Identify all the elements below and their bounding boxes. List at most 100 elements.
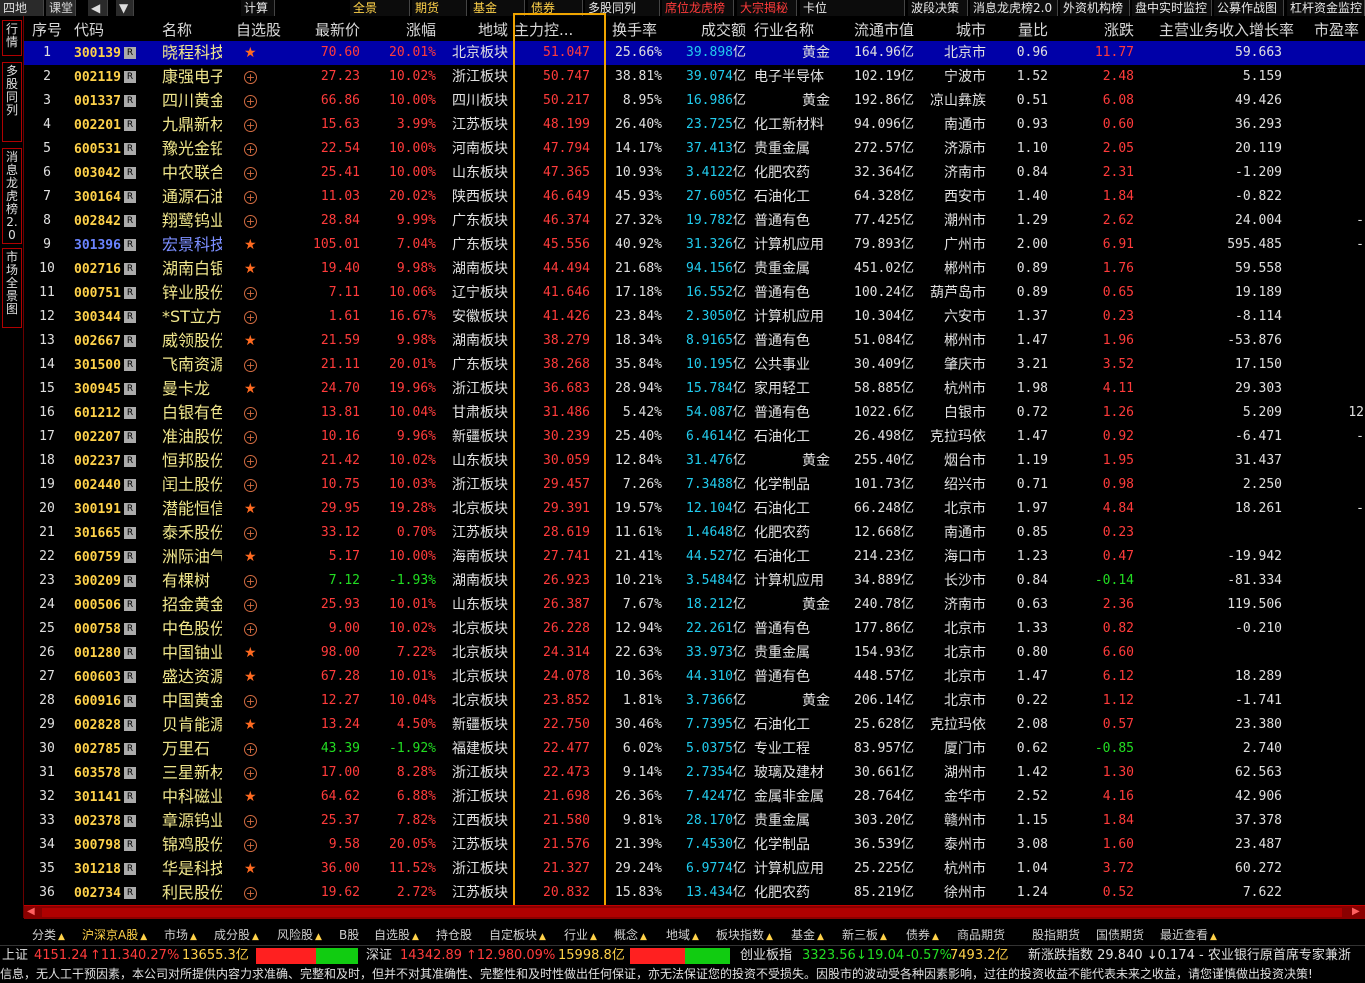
stock-name[interactable]: 中农联合	[162, 161, 222, 185]
table-row[interactable]: 10 002716 R 湖南白银 ★ 19.40 9.98% 湖南板块 44.494 21.68%…	[24, 257, 1365, 281]
table-row[interactable]: 29 002828 R 贝肯能源 ★ 13.24 4.50% 新疆板块 22.750 30.46%…	[24, 713, 1365, 737]
watchlist-toggle[interactable]: +	[244, 161, 274, 185]
bottom-tab[interactable]: 沪深京A股 ▲	[82, 925, 147, 945]
favorite-star-icon[interactable]: ★	[244, 717, 257, 733]
add-favorite-plus-icon[interactable]: +	[244, 311, 257, 324]
left-tab[interactable]: 行情	[2, 20, 22, 56]
stock-code[interactable]: 300191	[74, 502, 121, 517]
stock-code[interactable]: 301141	[74, 790, 121, 805]
stock-code[interactable]: 300344	[74, 310, 121, 325]
favorite-star-icon[interactable]: ★	[244, 45, 257, 61]
add-favorite-plus-icon[interactable]: +	[244, 143, 257, 156]
watchlist-toggle[interactable]: +	[244, 833, 274, 857]
toolbar-item[interactable]: 全景	[350, 0, 410, 16]
cy-index-name[interactable]: 创业板指	[740, 946, 792, 966]
watchlist-toggle[interactable]: ★	[244, 329, 274, 353]
bottom-tab[interactable]: 分类 ▲	[32, 925, 65, 945]
table-row[interactable]: 5 600531 R 豫光金铅 +22.54 10.00% 河南板块 47.794 14.17%…	[24, 137, 1365, 161]
stock-code[interactable]: 000751	[74, 286, 121, 301]
watchlist-toggle[interactable]: +	[244, 809, 274, 833]
stock-code[interactable]: 002378	[74, 814, 121, 829]
toolbar-item[interactable]: 波段决策	[908, 0, 968, 16]
sz-index-name[interactable]: 深证	[366, 946, 392, 966]
watchlist-toggle[interactable]: +	[244, 281, 274, 305]
stock-name[interactable]: 威领股份	[162, 329, 222, 353]
add-favorite-plus-icon[interactable]: +	[244, 191, 257, 204]
stock-code[interactable]: 300945	[74, 382, 121, 397]
table-row[interactable]: 19 002440 R 闰土股份 +10.75 10.03% 浙江板块 29.457 7.26%…	[24, 473, 1365, 497]
stock-name[interactable]: 准油股份	[162, 425, 222, 449]
favorite-star-icon[interactable]: ★	[244, 501, 257, 517]
bottom-tab[interactable]: 国债期货	[1096, 925, 1144, 945]
watchlist-toggle[interactable]: +	[244, 473, 274, 497]
stock-name[interactable]: 豫光金铅	[162, 137, 222, 161]
column-header[interactable]: 行业名称	[754, 16, 828, 44]
stock-name[interactable]: 康强电子	[162, 65, 222, 89]
column-header[interactable]: 成交额	[666, 16, 746, 44]
stock-code[interactable]: 600603	[74, 670, 121, 685]
favorite-star-icon[interactable]: ★	[244, 861, 257, 877]
table-row[interactable]: 9 301396 R 宏景科技 ★ 105.01 7.04% 广东板块 45.556 40.92%…	[24, 233, 1365, 257]
stock-name[interactable]: 中科磁业	[162, 785, 222, 809]
stock-name[interactable]: 利民股份	[162, 881, 222, 905]
table-row[interactable]: 27 600603 R 盛达资源 ★ 67.28 10.01% 北京板块 24.078 10.36…	[24, 665, 1365, 689]
stock-name[interactable]: 宏景科技	[162, 233, 222, 257]
stock-name[interactable]: 盛达资源	[162, 665, 222, 689]
stock-name[interactable]: 泰禾股份	[162, 521, 222, 545]
toolbar-item[interactable]: 课堂	[46, 0, 76, 16]
watchlist-toggle[interactable]: +	[244, 737, 274, 761]
column-header[interactable]: 自选股	[236, 16, 292, 44]
toolbar-item[interactable]: 债券	[528, 0, 583, 16]
stock-name[interactable]: 锌业股份	[162, 281, 222, 305]
stock-code[interactable]: 002207	[74, 430, 121, 445]
bottom-tab[interactable]: 最近查看 ▲	[1160, 925, 1217, 945]
table-row[interactable]: 14 301500 R 飞南资源 +21.11 20.01% 广东板块 38.268 35.84…	[24, 353, 1365, 377]
watchlist-toggle[interactable]: ★	[244, 497, 274, 521]
watchlist-toggle[interactable]: ★	[244, 785, 274, 809]
toolbar-item[interactable]: 杠杆资金监控	[1287, 0, 1365, 16]
bottom-tab[interactable]: 地域 ▲	[666, 925, 699, 945]
column-header[interactable]: 涨跌	[1054, 16, 1134, 44]
column-header[interactable]: 代码	[74, 16, 134, 44]
stock-code[interactable]: 000506	[74, 598, 121, 613]
watchlist-toggle[interactable]: +	[244, 137, 274, 161]
stock-name[interactable]: 恒邦股份	[162, 449, 222, 473]
stock-name[interactable]: 锦鸡股份	[162, 833, 222, 857]
stock-name[interactable]: 曼卡龙	[162, 377, 222, 401]
table-row[interactable]: 34 300798 R 锦鸡股份 +9.58 20.05% 江苏板块 21.576 21.39%…	[24, 833, 1365, 857]
stock-code[interactable]: 301500	[74, 358, 121, 373]
watchlist-toggle[interactable]: +	[244, 113, 274, 137]
favorite-star-icon[interactable]: ★	[244, 381, 257, 397]
toolbar-item[interactable]: 消息龙虎榜2.0	[970, 0, 1058, 16]
column-header[interactable]: 量比	[992, 16, 1048, 44]
table-row[interactable]: 7 300164 R 通源石油 +11.03 20.02% 陕西板块 46.649 45.93%…	[24, 185, 1365, 209]
toolbar-item[interactable]: 计算	[241, 0, 275, 16]
column-header[interactable]: 换手率	[612, 16, 662, 44]
bottom-tab[interactable]: 自选股 ▲	[374, 925, 419, 945]
watchlist-toggle[interactable]: ★	[244, 665, 274, 689]
add-favorite-plus-icon[interactable]: +	[244, 623, 257, 636]
watchlist-toggle[interactable]: +	[244, 353, 274, 377]
add-favorite-plus-icon[interactable]: +	[244, 431, 257, 444]
stock-name[interactable]: 翔鹭钨业	[162, 209, 222, 233]
toolbar-item[interactable]: 盘中实时监控	[1132, 0, 1212, 16]
bottom-tab[interactable]: 市场 ▲	[164, 925, 197, 945]
stock-code[interactable]: 002667	[74, 334, 121, 349]
stock-name[interactable]: 潜能恒信	[162, 497, 222, 521]
favorite-star-icon[interactable]: ★	[244, 333, 257, 349]
table-row[interactable]: 28 600916 R 中国黄金 +12.27 10.04% 北京板块 23.852 1.81%…	[24, 689, 1365, 713]
table-row[interactable]: 18 002237 R 恒邦股份 +21.42 10.02% 山东板块 30.059 12.84…	[24, 449, 1365, 473]
watchlist-toggle[interactable]: ★	[244, 41, 274, 65]
bottom-tab[interactable]: B股	[339, 925, 359, 945]
watchlist-toggle[interactable]: +	[244, 305, 274, 329]
stock-code[interactable]: 301396	[74, 238, 121, 253]
stock-code[interactable]: 300139	[74, 46, 121, 61]
table-row[interactable]: 23 300209 R 有棵树 +7.12 -1.93% 湖南板块 26.923 10.21% 3…	[24, 569, 1365, 593]
stock-name[interactable]: *ST立方	[162, 305, 222, 329]
stock-code[interactable]: 002785	[74, 742, 121, 757]
add-favorite-plus-icon[interactable]: +	[244, 695, 257, 708]
add-favorite-plus-icon[interactable]: +	[244, 527, 257, 540]
stock-name[interactable]: 有棵树	[162, 569, 222, 593]
add-favorite-plus-icon[interactable]: +	[244, 575, 257, 588]
bottom-tab[interactable]: 自定板块 ▲	[489, 925, 546, 945]
